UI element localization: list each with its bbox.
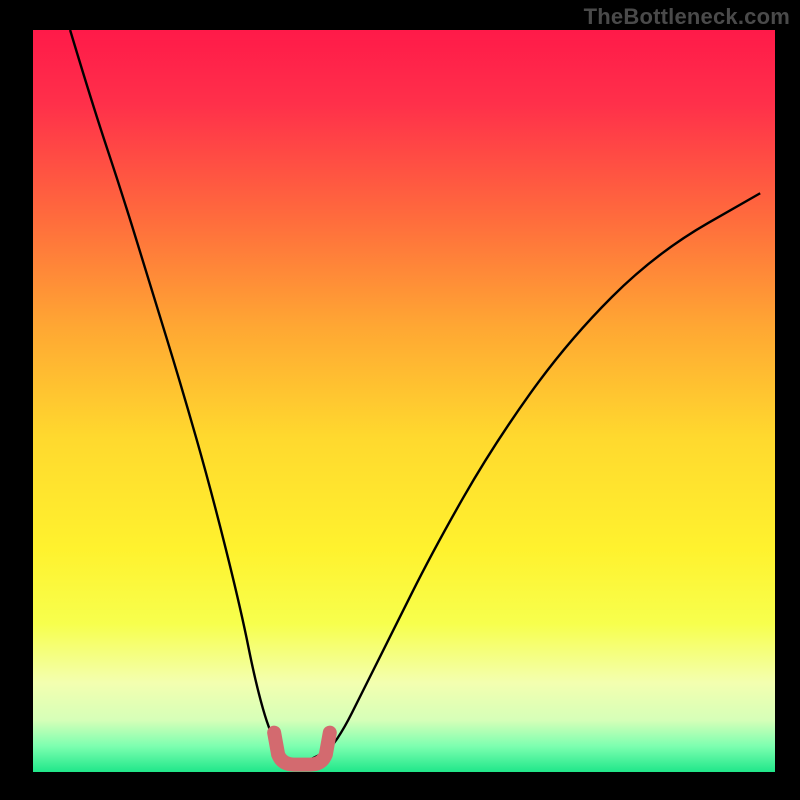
bottleneck-chart bbox=[0, 0, 800, 800]
plot-background bbox=[33, 30, 775, 772]
chart-frame: TheBottleneck.com bbox=[0, 0, 800, 800]
watermark-label: TheBottleneck.com bbox=[584, 4, 790, 30]
